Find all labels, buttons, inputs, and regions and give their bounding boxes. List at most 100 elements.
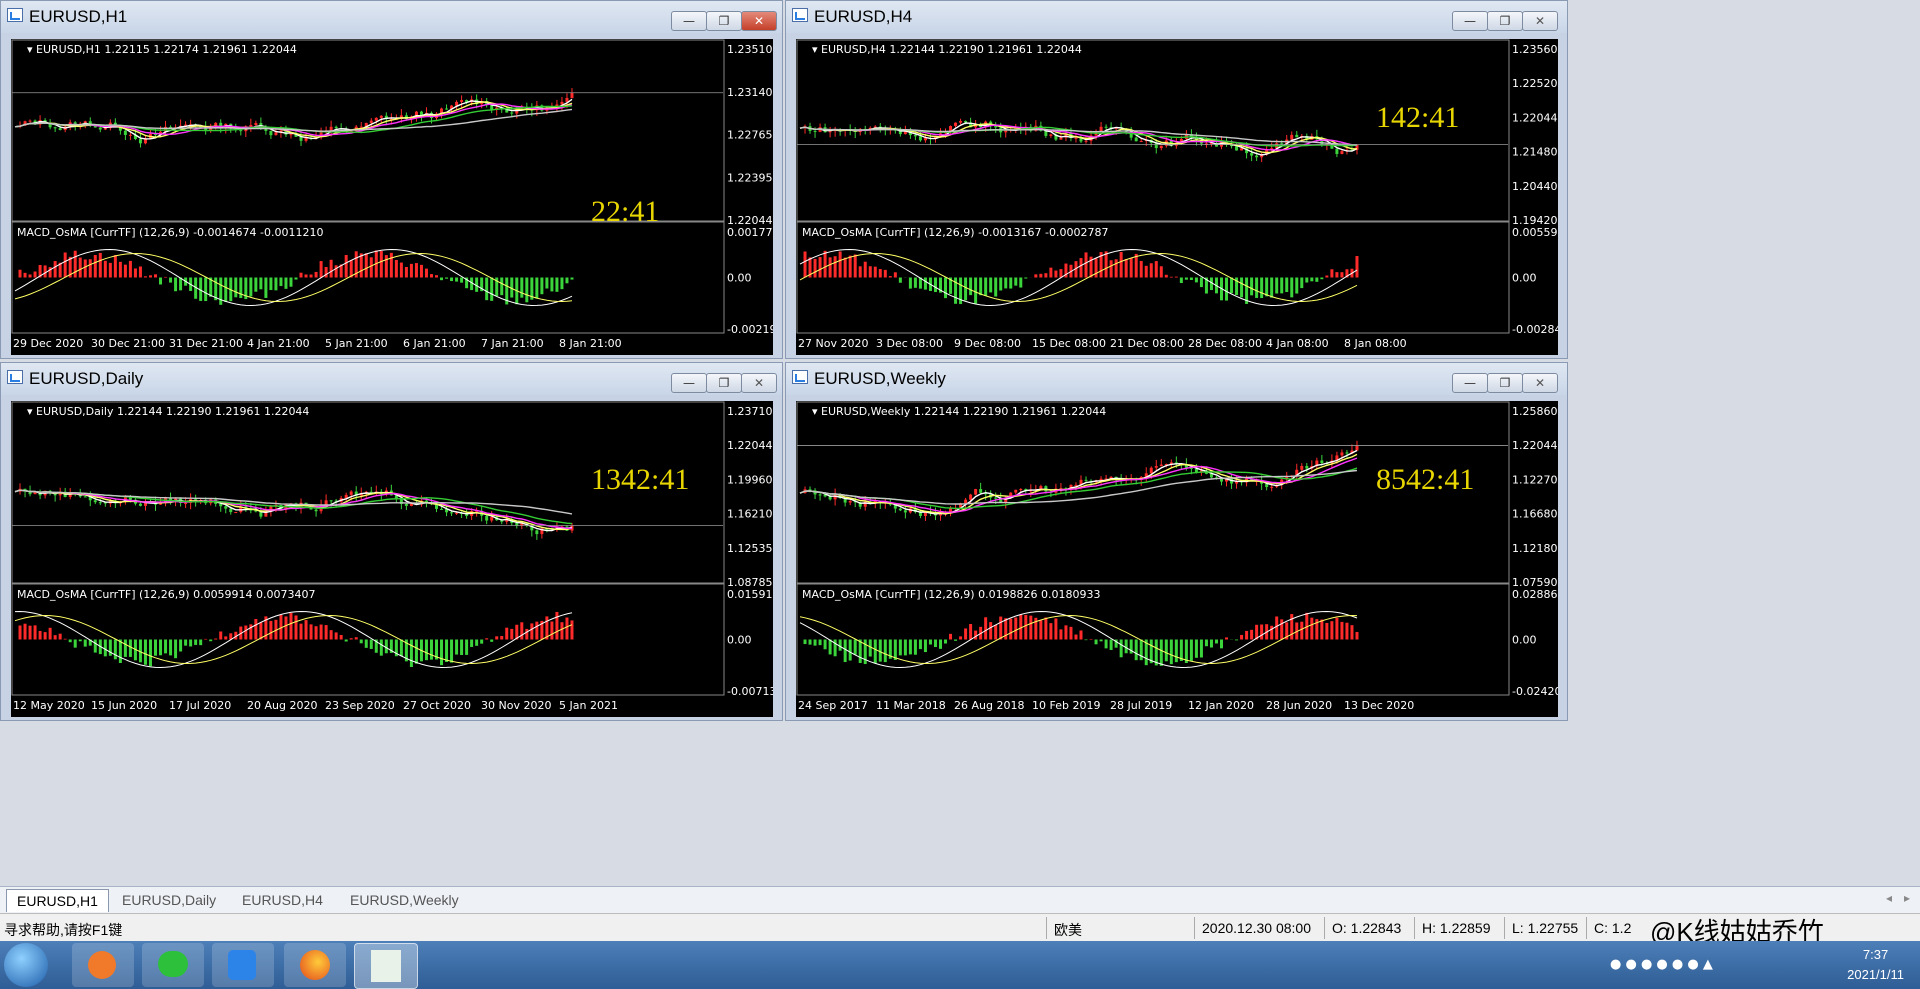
macd-bar (1345, 622, 1349, 640)
close-button[interactable]: ✕ (741, 11, 777, 31)
close-button[interactable]: ✕ (741, 373, 777, 393)
macd-bar (78, 639, 82, 642)
macd-bar (399, 639, 403, 657)
candle-body (455, 512, 459, 514)
time-tick-label: 4 Jan 21:00 (247, 337, 310, 350)
candle (404, 503, 408, 511)
close-button[interactable]: ✕ (1522, 11, 1558, 31)
candle (138, 132, 142, 148)
chart-area[interactable]: ▾ EURUSD,H1 1.22115 1.22174 1.21961 1.22… (11, 39, 773, 355)
macd-bar (500, 636, 504, 640)
candle (964, 497, 968, 509)
minimize-button[interactable]: — (1452, 373, 1488, 393)
taskbar-mt4[interactable] (354, 943, 418, 989)
macd-bar (878, 269, 882, 278)
chart-window-h1[interactable]: EURUSD,H1 — ❐ ✕ ▾ EURUSD,H1 1.22115 1.22… (0, 0, 783, 359)
taskbar-firefox[interactable] (284, 943, 346, 987)
maximize-button[interactable]: ❐ (706, 11, 742, 31)
tab-scroll-left-icon[interactable]: ◂ (1886, 891, 1892, 905)
tab-scroll-right-icon[interactable]: ▸ (1904, 891, 1910, 905)
candle-body (123, 130, 127, 135)
tab-eurusd-h4[interactable]: EURUSD,H4 (232, 889, 333, 911)
window-titlebar[interactable]: EURUSD,Daily — ❐ ✕ (1, 363, 782, 395)
window-titlebar[interactable]: EURUSD,H1 — ❐ ✕ (1, 1, 782, 33)
start-button[interactable] (4, 943, 48, 987)
macd-bar (1064, 625, 1068, 640)
macd-bar (490, 639, 494, 642)
time-tick-label: 8 Jan 21:00 (559, 337, 622, 350)
close-button[interactable]: ✕ (1522, 373, 1558, 393)
candle-body (329, 500, 333, 502)
chart-area[interactable]: ▾ EURUSD,H4 1.22144 1.22190 1.21961 1.22… (796, 39, 1558, 355)
macd-bar (234, 277, 238, 298)
macd-bar (379, 250, 383, 278)
macd-label-text: MACD_OsMA [CurrTF] (12,26,9) -0.0013167 … (802, 226, 1108, 239)
time-tick-label: 9 Dec 08:00 (954, 337, 1021, 350)
candle (818, 123, 822, 133)
macd-bar (138, 266, 142, 278)
candle-body (808, 489, 812, 491)
macd-label-text: MACD_OsMA [CurrTF] (12,26,9) 0.0059914 0… (17, 588, 316, 601)
candle-body (1255, 155, 1259, 158)
taskbar-notes[interactable] (212, 943, 274, 987)
window-title: EURUSD,Daily (29, 369, 144, 388)
window-titlebar[interactable]: EURUSD,Weekly — ❐ ✕ (786, 363, 1567, 395)
taskbar-app-1[interactable] (72, 943, 134, 987)
minimize-button[interactable]: — (671, 11, 707, 31)
price-tick-label: 1.23560 (1512, 43, 1558, 56)
app-icon (88, 951, 116, 979)
macd-bar (838, 639, 842, 651)
macd-bar (944, 277, 948, 299)
chart-area[interactable]: ▾ EURUSD,Daily 1.22144 1.22190 1.21961 1… (11, 401, 773, 717)
chart-svg: ▾ EURUSD,H4 1.22144 1.22190 1.21961 1.22… (796, 39, 1558, 350)
mdi-background (1570, 0, 1920, 886)
tab-eurusd-h1[interactable]: EURUSD,H1 (6, 889, 109, 912)
chart-header-text: ▾ EURUSD,H1 1.22115 1.22174 1.21961 1.22… (27, 43, 297, 56)
candle-body (1340, 151, 1344, 154)
macd-bar (224, 636, 228, 640)
maximize-button[interactable]: ❐ (706, 373, 742, 393)
minimize-button[interactable]: — (1452, 11, 1488, 31)
macd-bar (309, 624, 313, 640)
candle (959, 118, 963, 125)
tray-clock[interactable]: 7:37 2021/1/11 (1847, 945, 1904, 985)
macd-bar (1235, 639, 1239, 641)
macd-bar (199, 639, 203, 646)
candle (1159, 458, 1163, 467)
macd-bar (435, 275, 438, 278)
chart-window-daily[interactable]: EURUSD,Daily — ❐ ✕ ▾ EURUSD,Daily 1.2214… (0, 362, 783, 721)
candle-body (485, 515, 489, 521)
candle (1099, 122, 1103, 133)
candle-body (314, 509, 318, 512)
tab-eurusd-daily[interactable]: EURUSD,Daily (112, 889, 226, 911)
candle (1355, 440, 1359, 451)
macd-bar (999, 616, 1003, 640)
chart-window-weekly[interactable]: EURUSD,Weekly — ❐ ✕ ▾ EURUSD,Weekly 1.22… (785, 362, 1568, 721)
price-tick-label: 1.23140 (727, 86, 773, 99)
taskbar-wechat[interactable] (142, 943, 204, 987)
macd-bar (1214, 639, 1218, 644)
macd-bar (510, 628, 514, 640)
maximize-button[interactable]: ❐ (1487, 373, 1523, 393)
ma-slow-line (799, 453, 1358, 515)
macd-bar (289, 277, 293, 287)
tab-eurusd-weekly[interactable]: EURUSD,Weekly (340, 889, 469, 911)
candle (1305, 133, 1309, 143)
macd-bar (525, 277, 529, 303)
macd-bar (93, 255, 97, 278)
candle-body (224, 506, 228, 509)
macd-bar (969, 277, 973, 296)
macd-bar (500, 277, 504, 296)
time-tick-label: 15 Jun 2020 (91, 699, 157, 712)
chart-area[interactable]: ▾ EURUSD,Weekly 1.22144 1.22190 1.21961 … (796, 401, 1558, 717)
tray-icons[interactable]: ● ● ● ● ● ● ▲ (1610, 957, 1713, 972)
macd-bar (414, 639, 418, 664)
time-tick-label: 3 Dec 08:00 (876, 337, 943, 350)
macd-bar (83, 259, 87, 278)
maximize-button[interactable]: ❐ (1487, 11, 1523, 31)
candle-body (903, 510, 907, 513)
chart-window-h4[interactable]: EURUSD,H4 — ❐ ✕ ▾ EURUSD,H4 1.22144 1.22… (785, 0, 1568, 359)
macd-bar (1059, 269, 1063, 278)
window-titlebar[interactable]: EURUSD,H4 — ❐ ✕ (786, 1, 1567, 33)
minimize-button[interactable]: — (671, 373, 707, 393)
